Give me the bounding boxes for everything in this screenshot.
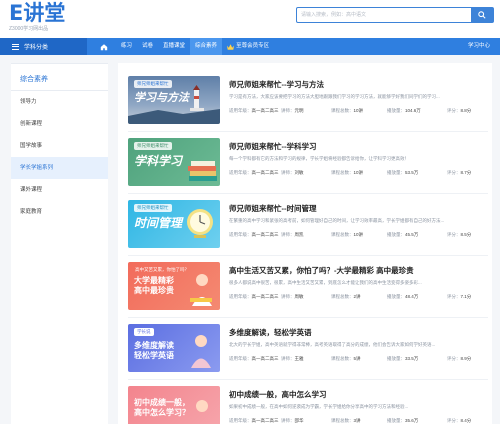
- search-input[interactable]: [301, 10, 451, 20]
- course-thumbnail[interactable]: 师兄师姐来帮忙 时间管理: [128, 200, 220, 248]
- subject-category-label: 学科分类: [24, 45, 49, 51]
- nav-item-live[interactable]: 直播课堂: [158, 38, 190, 55]
- sidebar-item-seniors[interactable]: 学长学姐系列: [11, 157, 108, 179]
- course-title[interactable]: 师兄师姐来帮忙--时间管理: [229, 203, 317, 214]
- divider: [128, 255, 488, 256]
- course-card[interactable]: 师兄师姐来帮忙 学科学习 师兄师姐来帮忙--学科学习 每一个学科都有它的方法和学…: [128, 138, 488, 194]
- thumb-tag: 高中又苦又累，你怕了吗？: [135, 267, 189, 272]
- logo-subtitle: Z3000学习网出品: [9, 26, 49, 32]
- course-card[interactable]: 高中又苦又累，你怕了吗？ 大学最精彩 高中最珍贵 高中生活又苦又累，你怕了吗？-…: [128, 262, 488, 318]
- meta-score: 评分：8.8分: [447, 108, 472, 113]
- course-description: 每一个学科都有它的方法和学习的规律，学长学姐将经验都告诉给你，让学科学习更高效！: [229, 156, 409, 161]
- thumb-headline: 学科学习: [134, 154, 183, 168]
- course-thumbnail[interactable]: 师兄师姐来帮忙 学习与方法: [128, 76, 220, 124]
- search-box: [296, 7, 494, 23]
- sidebar-item-classics[interactable]: 国学故事: [11, 135, 108, 157]
- course-meta: 适用年级：高一高二高三 讲师：周敏 课程总数：2讲 播放量：48.4万 评分：7…: [229, 294, 472, 299]
- site-logo[interactable]: E讲堂 Z3000学习网出品: [9, 2, 89, 34]
- thumb-tag: 学长说: [134, 328, 154, 336]
- sidebar-title: 综合素养: [11, 64, 108, 91]
- vip-crown-icon: [227, 43, 235, 50]
- logo-text: E讲堂: [9, 1, 66, 25]
- course-description: 在繁重的高中学习和紧张的高考前，如何管理好自己的时间，让学习效率最高，学长学姐都…: [229, 218, 445, 223]
- course-meta: 适用年级：高一高二高三 讲师：元明 课程总数：10讲 播放量：104.6万 评分…: [229, 108, 487, 114]
- nav-home[interactable]: [95, 38, 116, 55]
- sidebar-item-extracurricular[interactable]: 课外课程: [11, 179, 108, 201]
- course-description: 学习是有方法，大家应该要把学习的方法大胆地跟跟我们学习的学习方法，就能够学好我们…: [229, 94, 440, 99]
- sidebar-item-innovation[interactable]: 创新课程: [11, 113, 108, 135]
- course-thumbnail[interactable]: 高中又苦又累，你怕了吗？ 大学最精彩 高中最珍贵: [128, 262, 220, 310]
- nav-items: 练习 试卷 直播课堂 综合素养 至尊会员专区: [95, 38, 274, 55]
- menu-icon: [12, 43, 19, 50]
- home-icon: [100, 43, 108, 50]
- course-title[interactable]: 师兄师姐来帮忙--学习与方法: [229, 79, 324, 90]
- thumb-headline: 大学最精彩 高中最珍贵: [134, 276, 174, 295]
- divider: [128, 131, 488, 132]
- meta-teacher: 讲师：元明: [281, 108, 304, 113]
- sidebar: 综合素养 领导力 创新课程 国学故事 学长学姐系列 课外课程 家庭教育: [11, 63, 108, 424]
- nav-item-exams[interactable]: 试卷: [137, 38, 158, 55]
- course-description: 很多人都说高中很苦，很累，高中生活又苦又累，到底怎么才能让我们的高中生活变得多姿…: [229, 280, 422, 285]
- thumb-headline: 多维度解读 轻松学英语: [134, 341, 174, 360]
- divider: [128, 379, 488, 380]
- nav-item-vip[interactable]: 至尊会员专区: [222, 38, 274, 55]
- thumb-tag: 师兄师姐来帮忙: [134, 80, 172, 88]
- course-title[interactable]: 高中生活又苦又累，你怕了吗？-大学最精彩 高中最珍贵: [229, 265, 414, 276]
- divider: [128, 193, 488, 194]
- meta-grade: 适用年级：高一高二高三: [229, 108, 279, 113]
- thumb-headline: 学习与方法: [134, 92, 189, 104]
- course-meta: 适用年级：高一高二高三 讲师：刘敏 课程总数：10讲 播放量：53.5万 评分：…: [229, 170, 472, 175]
- divider: [128, 317, 488, 318]
- nav-item-vip-label: 至尊会员专区: [236, 43, 270, 49]
- course-card[interactable]: 初中成绩一般， 高中怎么学习？ 初中成绩一般，高中怎么学习 如果初中成绩一般，在…: [128, 386, 488, 424]
- course-description: 如果初中成绩一般，在高中如何逆袭成为学霸，学长学姐给你分享高中的学习方法和经验.…: [229, 404, 409, 409]
- nav-item-comprehensive[interactable]: 综合素养: [190, 38, 223, 55]
- course-thumbnail[interactable]: 师兄师姐来帮忙 学科学习: [128, 138, 220, 186]
- course-card[interactable]: 师兄师姐来帮忙 时间管理 师兄师姐来帮忙--时间管理 在繁重的高中学习和紧张的高…: [128, 200, 488, 256]
- meta-lessons: 课程总数：10讲: [331, 108, 364, 113]
- meta-plays: 播放量：104.6万: [387, 108, 421, 113]
- course-card[interactable]: 学长说 多维度解读 轻松学英语 多维度解读，轻松学英语 北大的学长学姐，高中英语…: [128, 324, 488, 380]
- course-title[interactable]: 多维度解读，轻松学英语: [229, 327, 312, 338]
- course-meta: 适用年级：高一高二高三 讲师：周凯 课程总数：10讲 播放量：45.5万 评分：…: [229, 232, 472, 237]
- learning-center-link[interactable]: 学习中心: [468, 38, 490, 55]
- course-card[interactable]: 师兄师姐来帮忙 学习与方法 师兄师姐来帮忙--学习与方法 学习是有方法，大家应该…: [128, 76, 488, 132]
- search-icon: [478, 11, 486, 19]
- course-list: 师兄师姐来帮忙 学习与方法 师兄师姐来帮忙--学习与方法 学习是有方法，大家应该…: [118, 63, 492, 424]
- sidebar-item-family[interactable]: 家庭教育: [11, 201, 108, 223]
- main-nav: 学科分类 练习 试卷 直播课堂 综合素养 至尊会员专区 学习中心: [0, 38, 500, 55]
- course-thumbnail[interactable]: 学长说 多维度解读 轻松学英语: [128, 324, 220, 372]
- thumb-headline: 时间管理: [134, 216, 183, 230]
- page-background-gutter: [108, 55, 118, 424]
- nav-item-practice[interactable]: 练习: [116, 38, 137, 55]
- course-title[interactable]: 师兄师姐来帮忙--学科学习: [229, 141, 317, 152]
- course-meta: 适用年级：高一高二高三 讲师：王雅 课程总数：5讲 播放量：33.5万 评分：8…: [229, 356, 472, 361]
- page-background-left: [0, 55, 11, 424]
- search-button[interactable]: [471, 8, 493, 22]
- subject-category-button[interactable]: 学科分类: [0, 38, 87, 55]
- thumb-tag: 师兄师姐来帮忙: [134, 142, 172, 150]
- page-background: [0, 55, 500, 63]
- course-thumbnail[interactable]: 初中成绩一般， 高中怎么学习？: [128, 386, 220, 424]
- site-header: E讲堂 Z3000学习网出品: [0, 0, 500, 38]
- course-meta: 适用年级：高一高二高三 讲师：邵华 课程总数：3讲 播放量：35.6万 评分：8…: [229, 418, 472, 423]
- sidebar-item-leadership[interactable]: 领导力: [11, 91, 108, 113]
- page-background-right: [492, 55, 500, 424]
- course-description: 北大的学长学姐，高中英语就学得非常棒，高考英语取得了高分的成绩，他们会告诉大家如…: [229, 342, 436, 347]
- course-title[interactable]: 初中成绩一般，高中怎么学习: [229, 389, 327, 400]
- thumb-tag: 师兄师姐来帮忙: [134, 204, 172, 212]
- thumb-headline: 初中成绩一般， 高中怎么学习？: [134, 398, 190, 417]
